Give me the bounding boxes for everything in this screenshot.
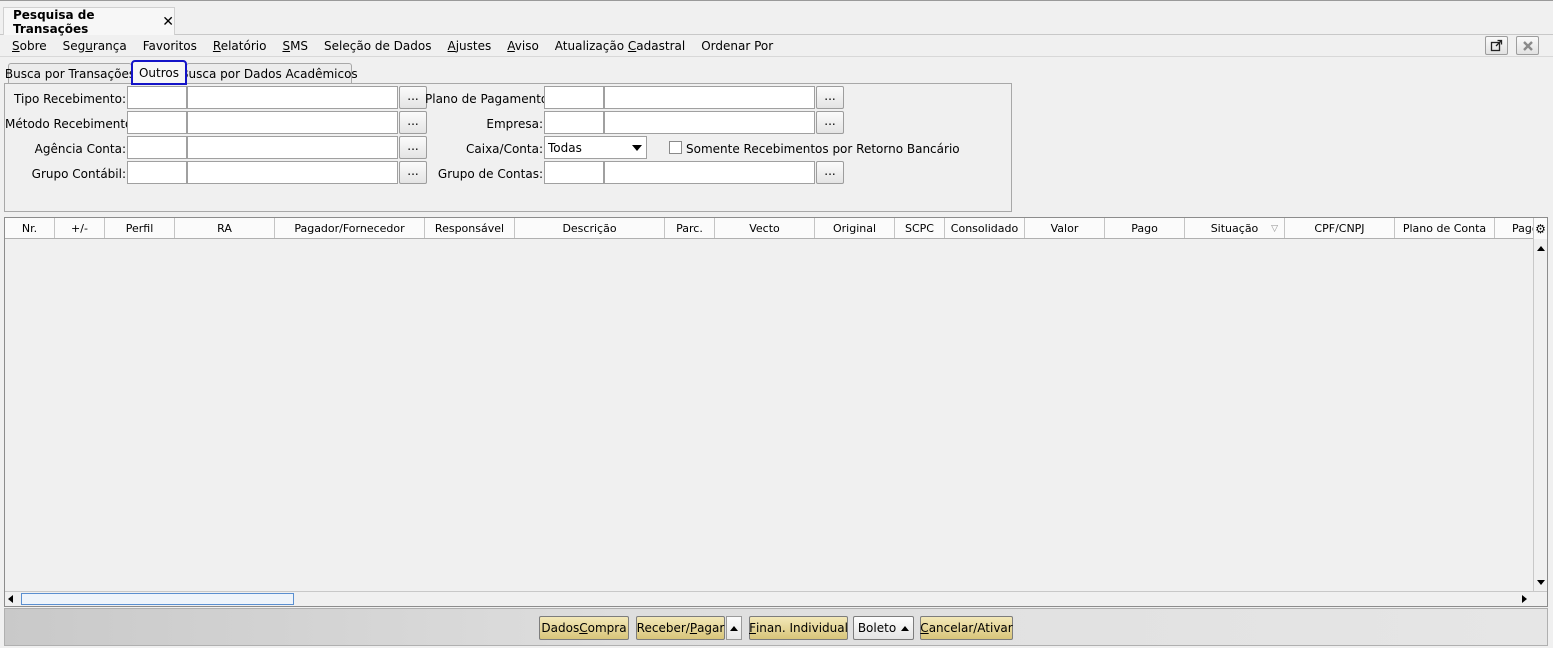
tipo-recebimento-lookup-button[interactable]: ... [399,86,427,109]
document-tab[interactable]: Pesquisa de Transações ✕ [3,7,175,36]
tipo-recebimento-desc[interactable] [187,86,398,109]
dropdown-arrow-icon [632,145,642,151]
arrow-up-icon [730,625,738,631]
grupo-contas-code[interactable] [544,161,604,184]
menu-atualizacao-cadastral[interactable]: Atualização Cadastral [555,39,685,53]
menu-sobre[interactable]: Sobre [12,39,47,53]
grid-header: Nr. +/- Perfil RA Pagador/Fornecedor Res… [5,218,1547,239]
menu-seguranca[interactable]: Segurança [63,39,127,53]
tab-busca-dados-academicos[interactable]: Busca por Dados Acadêmicos [180,63,358,84]
caixa-conta-select[interactable]: Todas [544,136,647,159]
receber-pagar-button[interactable]: Receber/Pagar [636,616,725,640]
filter-icon[interactable]: ▽ [1271,224,1278,234]
arrow-up-icon [1536,245,1545,251]
col-responsavel[interactable]: Responsável [425,218,515,238]
results-grid: Nr. +/- Perfil RA Pagador/Fornecedor Res… [4,217,1548,607]
agencia-conta-code[interactable] [127,136,187,159]
agencia-conta-desc[interactable] [187,136,398,159]
somente-retorno-checkbox[interactable] [669,141,682,154]
menu-bar: Sobre Segurança Favoritos Relatório SMS … [0,36,1553,57]
filter-panel: Tipo Recebimento: ... Método Recebimento… [4,83,1012,212]
popout-icon [1490,39,1503,52]
arrow-left-icon [8,595,13,603]
col-vecto[interactable]: Vecto [715,218,815,238]
vertical-scrollbar[interactable] [1533,239,1547,591]
grupo-contabil-code[interactable] [127,161,187,184]
grupo-contabil-lookup-button[interactable]: ... [399,161,427,184]
scroll-down-button[interactable] [1534,575,1547,589]
metodo-recebimento-code[interactable] [127,111,187,134]
menu-aviso[interactable]: Aviso [507,39,539,53]
col-pago[interactable]: Pago [1105,218,1185,238]
label-metodo-recebimento: Método Recebimento: [5,117,137,131]
empresa-desc[interactable] [604,111,815,134]
close-icon[interactable]: ✕ [162,14,174,30]
metodo-recebimento-lookup-button[interactable]: ... [399,111,427,134]
horizontal-scrollbar[interactable] [5,591,1547,606]
grupo-contas-desc[interactable] [604,161,815,184]
dados-compra-button[interactable]: Dados Compra [539,616,629,640]
menu-sms[interactable]: SMS [282,39,308,53]
label-grupo-contas: Grupo de Contas: [437,167,543,181]
col-scpc[interactable]: SCPC [895,218,945,238]
col-consolidado[interactable]: Consolidado [945,218,1025,238]
scroll-right-button[interactable] [1522,595,1527,603]
col-ra[interactable]: RA [175,218,275,238]
arrow-down-icon [1536,579,1545,585]
col-descricao[interactable]: Descrição [515,218,665,238]
action-bar: Dados Compra Receber/Pagar Finan. Indivi… [4,608,1548,646]
arrow-up-icon [901,625,910,631]
menu-favoritos[interactable]: Favoritos [143,39,197,53]
empresa-code[interactable] [544,111,604,134]
label-grupo-contabil: Grupo Contábil: [31,167,126,181]
scroll-left-button[interactable] [8,595,13,603]
plano-pagamento-lookup-button[interactable]: ... [816,86,844,109]
finan-individual-button[interactable]: Finan. Individual [749,616,848,640]
agencia-conta-lookup-button[interactable]: ... [399,136,427,159]
label-empresa: Empresa: [486,117,543,131]
col-perfil[interactable]: Perfil [105,218,175,238]
scroll-up-button[interactable] [1534,241,1547,255]
col-parc[interactable]: Parc. [665,218,715,238]
label-plano-pagamento: Plano de Pagamento: [425,92,553,106]
label-caixa-conta: Caixa/Conta: [466,142,543,156]
boleto-button[interactable]: Boleto [853,616,914,640]
page: Pesquisa de Transações ✕ Sobre Segurança… [0,0,1553,648]
grupo-contabil-desc[interactable] [187,161,398,184]
close-icon [1522,40,1533,51]
tab-busca-transacoes[interactable]: Busca por Transações [5,63,135,84]
cancelar-ativar-button[interactable]: Cancelar/Ativar [920,616,1013,640]
plano-pagamento-desc[interactable] [604,86,815,109]
col-pagador-fornecedor[interactable]: Pagador/Fornecedor [275,218,425,238]
col-valor[interactable]: Valor [1025,218,1105,238]
menu-ordenar-por[interactable]: Ordenar Por [701,39,773,53]
caixa-conta-value: Todas [548,140,582,155]
plano-pagamento-code[interactable] [544,86,604,109]
col-situacao[interactable]: Situação ▽ [1185,218,1285,238]
gear-icon[interactable]: ⚙ [1533,218,1547,239]
menu-ajustes[interactable]: Ajustes [448,39,492,53]
col-original[interactable]: Original [815,218,895,238]
document-tab-strip: Pesquisa de Transações ✕ [0,1,1553,36]
arrow-right-icon [1522,595,1527,603]
menu-relatorio[interactable]: Relatório [213,39,267,53]
label-agencia-conta: Agência Conta: [34,142,126,156]
col-plus-minus[interactable]: +/- [55,218,105,238]
grupo-contas-lookup-button[interactable]: ... [816,161,844,184]
menu-selecao-dados[interactable]: Seleção de Dados [324,39,431,53]
col-cpf-cnpj[interactable]: CPF/CNPJ [1285,218,1395,238]
empresa-lookup-button[interactable]: ... [816,111,844,134]
document-tab-title: Pesquisa de Transações [13,7,95,36]
receber-pagar-menu-button[interactable] [726,616,742,640]
col-nr[interactable]: Nr. [5,218,55,238]
metodo-recebimento-desc[interactable] [187,111,398,134]
popout-button[interactable] [1485,36,1508,55]
tipo-recebimento-code[interactable] [127,86,187,109]
close-window-button[interactable] [1516,36,1539,55]
label-tipo-recebimento: Tipo Recebimento: [14,92,126,106]
col-plano-conta[interactable]: Plano de Conta [1395,218,1495,238]
horizontal-scroll-thumb[interactable] [21,593,294,605]
tab-outros[interactable]: Outros [131,60,187,85]
label-somente-retorno: Somente Recebimentos por Retorno Bancári… [686,142,960,156]
